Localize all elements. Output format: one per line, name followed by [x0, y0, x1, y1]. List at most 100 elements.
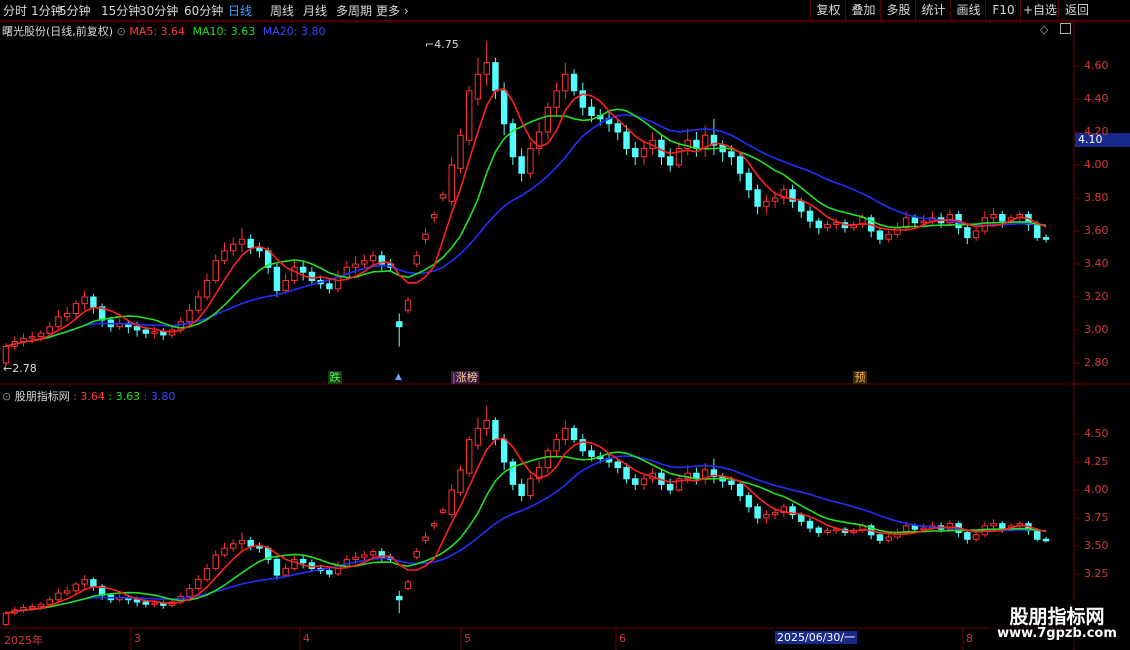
sub-candle-body: [763, 514, 770, 519]
main-ytick-label: 3.40: [1084, 257, 1109, 270]
sub-candle-body: [518, 483, 525, 497]
period-tab-8[interactable]: 月线: [303, 2, 327, 19]
sub-candle-body: [142, 601, 150, 605]
main-candle-body: [990, 214, 997, 219]
main-candle-body: [212, 260, 219, 281]
sub-candle-body: [238, 539, 246, 545]
diamond-icon[interactable]: ◇: [1040, 23, 1048, 36]
sub-candle-body: [457, 469, 464, 493]
toolbar-button-6[interactable]: +自选: [1020, 0, 1059, 20]
sub-candle-body: [81, 579, 88, 585]
sub-candle-body: [195, 579, 202, 590]
main-candle-body: [413, 255, 420, 265]
sub-candle-body: [728, 480, 735, 485]
sub-candle-body: [806, 520, 814, 529]
main-candle-body: [431, 214, 438, 219]
low-arrow-icon: ←: [3, 362, 13, 375]
main-candle-body: [273, 266, 281, 291]
toolbar-button-3[interactable]: 统计: [915, 0, 951, 20]
period-tab-6[interactable]: 日线: [228, 2, 252, 19]
main-candle-body: [308, 271, 316, 281]
main-candle-body: [728, 151, 735, 158]
sub-candle-body: [439, 509, 447, 513]
main-candle-body: [46, 326, 53, 334]
indicator-v3: : 3.80: [143, 390, 176, 403]
panel-toggle-icon[interactable]: [1060, 23, 1071, 34]
toolbar-button-5[interactable]: F10: [985, 0, 1021, 20]
main-candle-body: [404, 299, 412, 311]
toolbar-button-2[interactable]: 多股: [880, 0, 916, 20]
main-candle-body: [492, 62, 499, 92]
period-tab-10[interactable]: 更多 ›: [376, 2, 409, 19]
sub-candle-body: [500, 439, 508, 463]
sub-candle-body: [448, 489, 455, 516]
main-candle-body: [981, 217, 989, 232]
ma20-label: MA20: 3.80: [262, 25, 326, 38]
main-candle-body: [133, 326, 141, 331]
event-tag-forecast[interactable]: 预: [853, 371, 867, 384]
kline-chart[interactable]: [0, 21, 1130, 650]
sub-candle-body: [911, 525, 919, 530]
main-candle-body: [876, 230, 884, 240]
toolbar-button-0[interactable]: 复权: [810, 0, 846, 20]
sub-candle-body: [326, 570, 333, 575]
sub-settings-icon[interactable]: ⊙: [2, 390, 11, 403]
sub-candle-body: [369, 551, 377, 556]
sub-candle-body: [29, 605, 36, 609]
period-tab-4[interactable]: 30分钟: [139, 2, 178, 19]
main-candle-body: [457, 134, 464, 169]
main-candle-body: [361, 260, 368, 265]
sub-candle-body: [299, 558, 307, 564]
main-candle-body: [815, 220, 822, 229]
main-candle-body: [763, 200, 770, 207]
sub-candle-body: [666, 483, 674, 491]
watermark-title: 股朋指标网: [1009, 606, 1105, 628]
period-tab-3[interactable]: 15分钟: [101, 2, 140, 19]
sub-candle-body: [431, 523, 438, 527]
main-candle-body: [352, 263, 359, 268]
main-ytick-label: 4.60: [1084, 59, 1109, 72]
main-candle-body: [806, 210, 814, 222]
period-tab-7[interactable]: 周线: [270, 2, 294, 19]
date-label-may: 5: [464, 632, 471, 645]
sub-candle-body: [492, 420, 499, 441]
main-candle-body: [186, 309, 193, 323]
toolbar-button-7[interactable]: 返回: [1058, 0, 1095, 20]
sub-candle-body: [151, 602, 158, 606]
main-candle-body: [282, 280, 289, 291]
sub-ytick-label: 3.25: [1084, 567, 1109, 580]
main-ytick-label: 4.00: [1084, 158, 1109, 171]
main-candle-body: [142, 329, 150, 334]
sub-candle-body: [972, 534, 980, 540]
sub-candle-body: [186, 588, 193, 597]
main-candle-body: [579, 90, 587, 108]
toolbar-button-4[interactable]: 画线: [950, 0, 986, 20]
period-tab-2[interactable]: 5分钟: [59, 2, 91, 19]
event-tag-drop[interactable]: 跌: [328, 371, 342, 384]
main-candle-body: [326, 283, 333, 290]
main-ytick-label: 3.60: [1084, 224, 1109, 237]
event-tag-limit-up-list[interactable]: |涨榜: [451, 371, 479, 384]
main-candle-body: [527, 148, 534, 174]
main-candle-body: [509, 123, 517, 158]
period-tab-9[interactable]: 多周期: [336, 2, 372, 19]
main-candle-body: [474, 73, 482, 100]
main-candle-body: [614, 123, 621, 133]
main-candle-body: [972, 230, 980, 239]
period-tab-0[interactable]: 分时: [3, 2, 27, 19]
sub-candle-body: [553, 439, 560, 452]
settings-circle-icon[interactable]: ⊙: [117, 25, 126, 38]
toolbar-button-1[interactable]: 叠加: [845, 0, 881, 20]
sub-candle-body: [37, 603, 45, 607]
indicator-v1: : 3.64: [73, 390, 105, 403]
main-candle-body: [37, 332, 45, 338]
triangle-up-icon[interactable]: ▲: [395, 372, 402, 382]
main-candle-body: [247, 238, 254, 248]
period-tab-5[interactable]: 60分钟: [184, 2, 223, 19]
sub-ytick-label: 3.75: [1084, 511, 1109, 524]
main-candle-body: [964, 227, 971, 239]
sub-candle-body: [754, 506, 761, 519]
ma10-label: MA10: 3.63: [192, 25, 256, 38]
main-candle-body: [544, 106, 552, 133]
period-tab-1[interactable]: 1分钟: [31, 2, 63, 19]
